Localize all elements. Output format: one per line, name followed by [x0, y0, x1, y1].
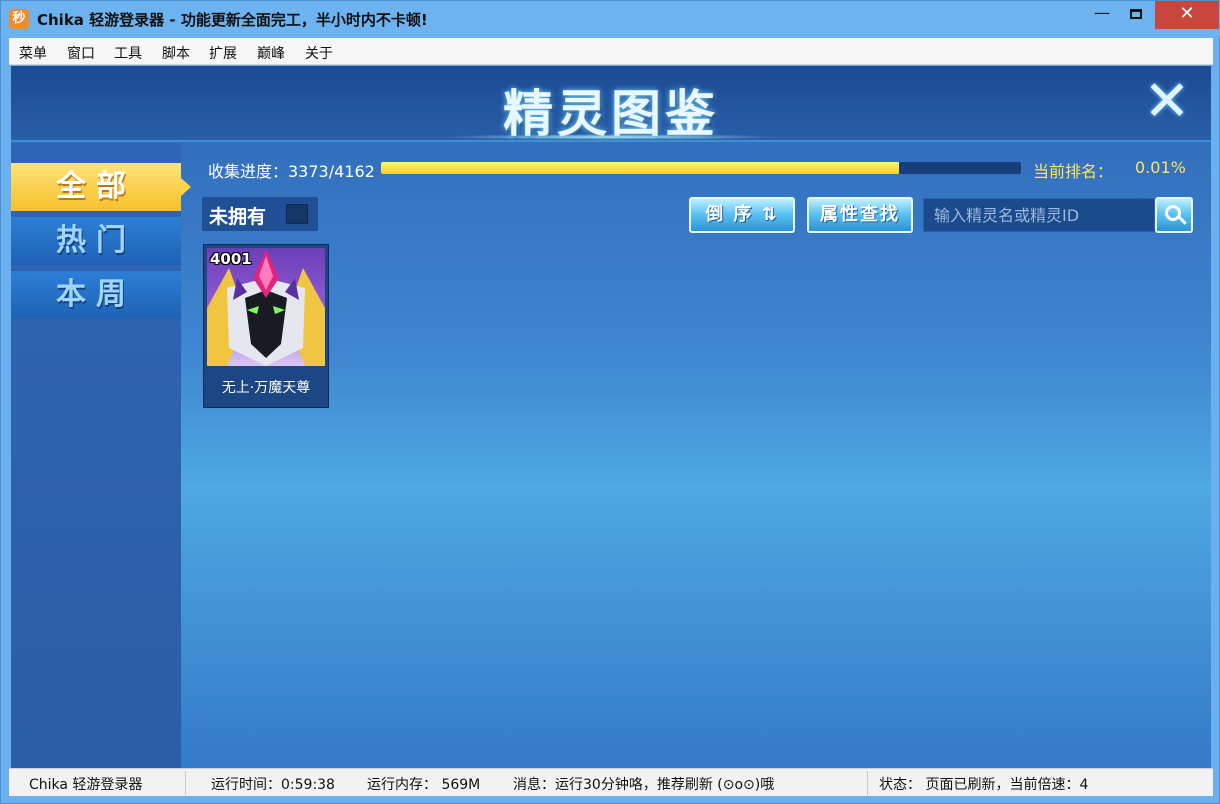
close-panel-button[interactable]: ✕ — [1141, 74, 1193, 130]
attribute-search-button[interactable]: 属性查找 — [807, 197, 913, 233]
tab-hot[interactable]: 热门 — [11, 217, 181, 265]
menu-item-about[interactable]: 关于 — [305, 43, 333, 63]
collection-progress-label: 收集进度：3373/4162 — [208, 162, 375, 181]
rank-value: 0.01% — [1135, 158, 1186, 177]
maximize-icon — [1130, 9, 1142, 19]
close-window-button[interactable]: ✕ — [1155, 1, 1219, 29]
pet-id: 4001 — [210, 250, 252, 268]
status-app-name: Chika 轻游登录器 — [29, 777, 143, 793]
menu-item-window[interactable]: 窗口 — [67, 43, 95, 63]
collection-progress-bar — [381, 162, 1021, 174]
window-title: Chika 轻游登录器 - 功能更新全面完工，半小时内不卡顿! — [37, 11, 428, 29]
menu-item-peak[interactable]: 巅峰 — [257, 43, 285, 63]
pet-portrait: 4001 — [207, 248, 325, 366]
category-sidebar: 全部 热门 本周 — [11, 143, 191, 768]
menu-item-extend[interactable]: 扩展 — [209, 43, 237, 63]
header-glow — [441, 134, 781, 140]
pet-card[interactable]: 4001 无上·万魔天尊 — [203, 244, 329, 408]
unowned-label: 未拥有 — [209, 206, 267, 228]
collection-progress-fill — [381, 162, 899, 174]
status-message: 消息：运行30分钟咯，推荐刷新 (⊙o⊙)哦 — [513, 777, 775, 793]
minimize-button[interactable]: — — [1087, 1, 1117, 29]
pet-name: 无上·万魔天尊 — [221, 380, 311, 396]
app-logo-icon: 秒 — [9, 9, 29, 29]
title-bar[interactable]: 秒 Chika 轻游登录器 - 功能更新全面完工，半小时内不卡顿! — ✕ — [1, 1, 1220, 37]
status-divider — [867, 771, 868, 795]
status-memory: 运行内存： 569M — [367, 777, 481, 793]
tab-all[interactable]: 全部 — [11, 163, 181, 211]
rank-label: 当前排名： — [1033, 162, 1114, 181]
app-window: 秒 Chika 轻游登录器 - 功能更新全面完工，半小时内不卡顿! — ✕ 菜单… — [0, 0, 1220, 804]
status-state: 状态： 页面已刷新，当前倍速：4 — [879, 777, 1089, 793]
game-viewport: 精灵图鉴 ✕ 全部 热门 本周 收集进度：3373/4162 当前排名： 0.0… — [11, 66, 1211, 768]
tab-this-week[interactable]: 本周 — [11, 271, 181, 319]
maximize-button[interactable] — [1121, 1, 1151, 29]
unowned-checkbox[interactable] — [286, 204, 308, 224]
status-runtime: 运行时间：0:59:38 — [211, 777, 335, 793]
active-tab-arrow-icon — [181, 178, 191, 196]
menu-item-script[interactable]: 脚本 — [162, 43, 190, 63]
status-divider — [185, 771, 186, 795]
search-input[interactable] — [923, 198, 1155, 232]
status-bar: Chika 轻游登录器 运行时间：0:59:38 运行内存： 569M 消息：运… — [9, 768, 1213, 796]
search-icon-handle — [1178, 216, 1187, 225]
panel-header: 精灵图鉴 ✕ — [11, 66, 1211, 143]
unowned-filter[interactable]: 未拥有 — [202, 197, 318, 231]
menu-bar: 菜单 窗口 工具 脚本 扩展 巅峰 关于 — [9, 38, 1213, 65]
sort-order-button[interactable]: 倒 序 ⇅ — [689, 197, 795, 233]
search-button[interactable] — [1155, 197, 1193, 233]
menu-item-menu[interactable]: 菜单 — [19, 43, 47, 63]
menu-item-tools[interactable]: 工具 — [114, 43, 142, 63]
